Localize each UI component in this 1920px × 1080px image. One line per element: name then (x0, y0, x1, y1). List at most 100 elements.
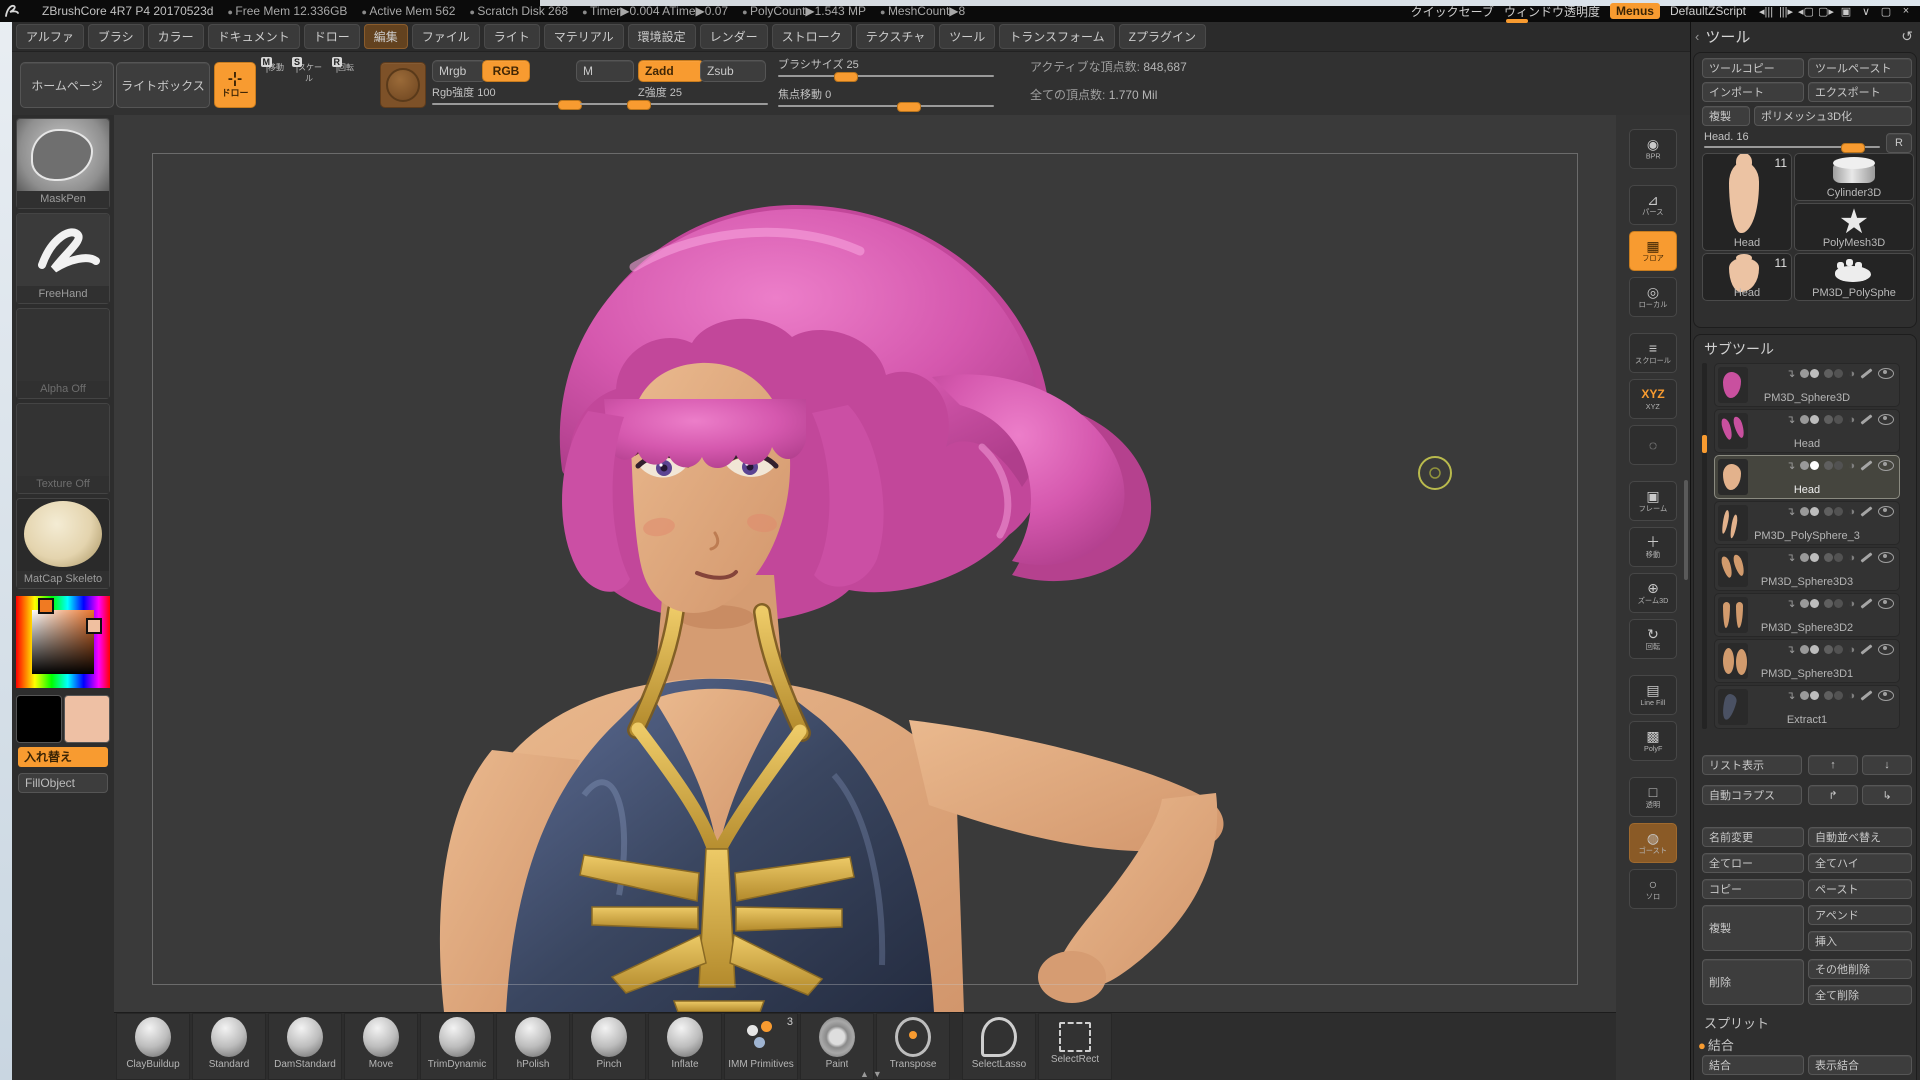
half-visibility-icon[interactable]: ◑ (1848, 691, 1855, 701)
edit-name-icon[interactable] (1860, 690, 1872, 700)
right-shelf-button[interactable]: ⊿ パース (1629, 185, 1677, 225)
half-visibility-icon[interactable]: ◑ (1848, 369, 1855, 379)
shade-icon[interactable] (1824, 599, 1833, 608)
tool-thumbnail[interactable]: Cylinder3D (1794, 153, 1914, 201)
split-section-header[interactable]: スプリット (1704, 1013, 1769, 1032)
brush-slot[interactable]: Standard (192, 1013, 266, 1080)
collapse-arrow-icon[interactable]: ↴ (1786, 599, 1795, 609)
duplicate-button[interactable]: 複製 (1702, 905, 1804, 951)
menu-item[interactable]: Zプラグイン (1119, 24, 1206, 49)
polypaint-icon[interactable] (1800, 461, 1809, 470)
visibility-eye-icon[interactable] (1878, 460, 1894, 471)
collapse-arrow-icon[interactable]: ↴ (1786, 691, 1795, 701)
menu-item[interactable]: レンダー (700, 24, 768, 49)
left-tray-slot[interactable]: Texture Off (16, 403, 110, 494)
subtool-row[interactable]: ↴◑PM3D_Sphere3D1 (1714, 639, 1900, 683)
menu-item[interactable]: テクスチャ (856, 24, 936, 49)
left-tray-slot[interactable]: MaskPen (16, 118, 110, 209)
right-shelf-button[interactable]: ▤ Line Fill (1629, 675, 1677, 715)
polypaint-icon[interactable] (1800, 553, 1809, 562)
half-visibility-icon[interactable]: ◑ (1848, 415, 1855, 425)
mrgb-button[interactable]: Mrgb (432, 60, 486, 82)
window-control-icon[interactable]: ∨ (1856, 5, 1876, 18)
tool-paste-button[interactable]: ツールペースト (1808, 58, 1912, 78)
subtool-row[interactable]: ↴◑PM3D_Sphere3D2 (1714, 593, 1900, 637)
window-opacity-slider[interactable]: ウィンドウ透明度 (1504, 3, 1600, 20)
right-shelf-button[interactable]: ↻ 回転 (1629, 619, 1677, 659)
rgb-button[interactable]: RGB (482, 60, 530, 82)
copy-button[interactable]: コピー (1702, 879, 1804, 899)
import-button[interactable]: インポート (1702, 82, 1804, 102)
main-color-swatch[interactable] (16, 695, 62, 743)
tool-thumbnail[interactable]: PM3D_PolySphe (1794, 253, 1914, 301)
menu-item[interactable]: トランスフォーム (999, 24, 1114, 49)
half-visibility-icon[interactable]: ◑ (1848, 553, 1855, 563)
all-low-button[interactable]: 全てロー (1702, 853, 1804, 873)
gizmo-button[interactable]: 移動 (260, 62, 290, 104)
delete-other-button[interactable]: その他削除 (1808, 959, 1912, 979)
brush-slot[interactable]: ClayBuildup (116, 1013, 190, 1080)
brush-slot[interactable]: DamStandard (268, 1013, 342, 1080)
shade-icon[interactable] (1824, 691, 1833, 700)
menu-item[interactable]: ドキュメント (208, 24, 300, 49)
menu-item[interactable]: 編集 (364, 24, 408, 49)
visibility-eye-icon[interactable] (1878, 644, 1894, 655)
right-shelf-button[interactable]: □ 透明 (1629, 777, 1677, 817)
polypaint-icon[interactable] (1800, 645, 1809, 654)
polypaint-icon[interactable] (1800, 599, 1809, 608)
zadd-button[interactable]: Zadd (638, 60, 704, 82)
right-shelf-button[interactable]: XYZ XYZ (1629, 379, 1677, 419)
list-view-button[interactable]: リスト表示 (1702, 755, 1802, 775)
subtool-controls[interactable]: ↴◑ (1786, 506, 1894, 517)
active-tool-slider[interactable]: Head. 16 (1704, 131, 1880, 148)
half-visibility-icon[interactable]: ◑ (1848, 461, 1855, 471)
brush-slot[interactable]: Transpose (876, 1013, 950, 1080)
menu-item[interactable]: マテリアル (544, 24, 624, 49)
edit-name-icon[interactable] (1860, 552, 1872, 562)
shade-icon[interactable] (1824, 415, 1833, 424)
export-button[interactable]: エクスポート (1808, 82, 1912, 102)
shade-icon[interactable] (1824, 461, 1833, 470)
edit-name-icon[interactable] (1860, 460, 1872, 470)
subtool-row[interactable]: ↴◑Head (1714, 455, 1900, 499)
shift-down-button[interactable]: ↳ (1862, 785, 1912, 805)
tool-thumbnail[interactable]: 11Head (1702, 253, 1792, 301)
merge-visible-button[interactable]: 表示結合 (1808, 1055, 1912, 1075)
polypaint-icon[interactable] (1800, 415, 1809, 424)
shade-icon[interactable] (1824, 645, 1833, 654)
visibility-eye-icon[interactable] (1878, 506, 1894, 517)
polypaint-icon[interactable] (1800, 507, 1809, 516)
visibility-eye-icon[interactable] (1878, 368, 1894, 379)
subtool-row[interactable]: ↴◑Head (1714, 409, 1900, 453)
brush-slot[interactable]: SelectRect (1038, 1013, 1112, 1080)
half-visibility-icon[interactable]: ◑ (1848, 599, 1855, 609)
subtool-down-button[interactable]: ↓ (1862, 755, 1912, 775)
edit-name-icon[interactable] (1860, 644, 1872, 654)
right-panel-scrollbar[interactable] (1684, 480, 1688, 580)
edit-name-icon[interactable] (1860, 414, 1872, 424)
tray-collapse-arrows[interactable]: ▲▼ (860, 1069, 886, 1079)
edit-name-icon[interactable] (1860, 368, 1872, 378)
sv-marker[interactable] (86, 618, 102, 634)
window-control-icon[interactable]: ◂▢ (1796, 5, 1816, 18)
paste-button[interactable]: ペースト (1808, 879, 1912, 899)
merge-button[interactable]: 結合 (1702, 1055, 1804, 1075)
menu-item[interactable]: ブラシ (88, 24, 144, 49)
draw-mode-button[interactable]: -¦- ドロー (214, 62, 256, 108)
subtool-controls[interactable]: ↴◑ (1786, 644, 1894, 655)
menu-item[interactable]: ファイル (412, 24, 480, 49)
menu-item[interactable]: ツール (939, 24, 995, 49)
hue-marker[interactable] (38, 598, 54, 614)
shade-icon[interactable] (1824, 507, 1833, 516)
right-shelf-button[interactable]: ◎ ローカル (1629, 277, 1677, 317)
secondary-color-swatch[interactable] (64, 695, 110, 743)
collapse-arrow-icon[interactable]: ↴ (1786, 415, 1795, 425)
all-high-button[interactable]: 全てハイ (1808, 853, 1912, 873)
delete-all-button[interactable]: 全て削除 (1808, 985, 1912, 1005)
right-shelf-button[interactable]: ◉ BPR (1629, 129, 1677, 169)
current-material-button[interactable] (380, 62, 426, 108)
visibility-eye-icon[interactable] (1878, 598, 1894, 609)
right-shelf-button[interactable]: ◍ ゴースト (1629, 823, 1677, 863)
window-control-icon[interactable]: ◂||| (1756, 5, 1776, 18)
visibility-eye-icon[interactable] (1878, 414, 1894, 425)
